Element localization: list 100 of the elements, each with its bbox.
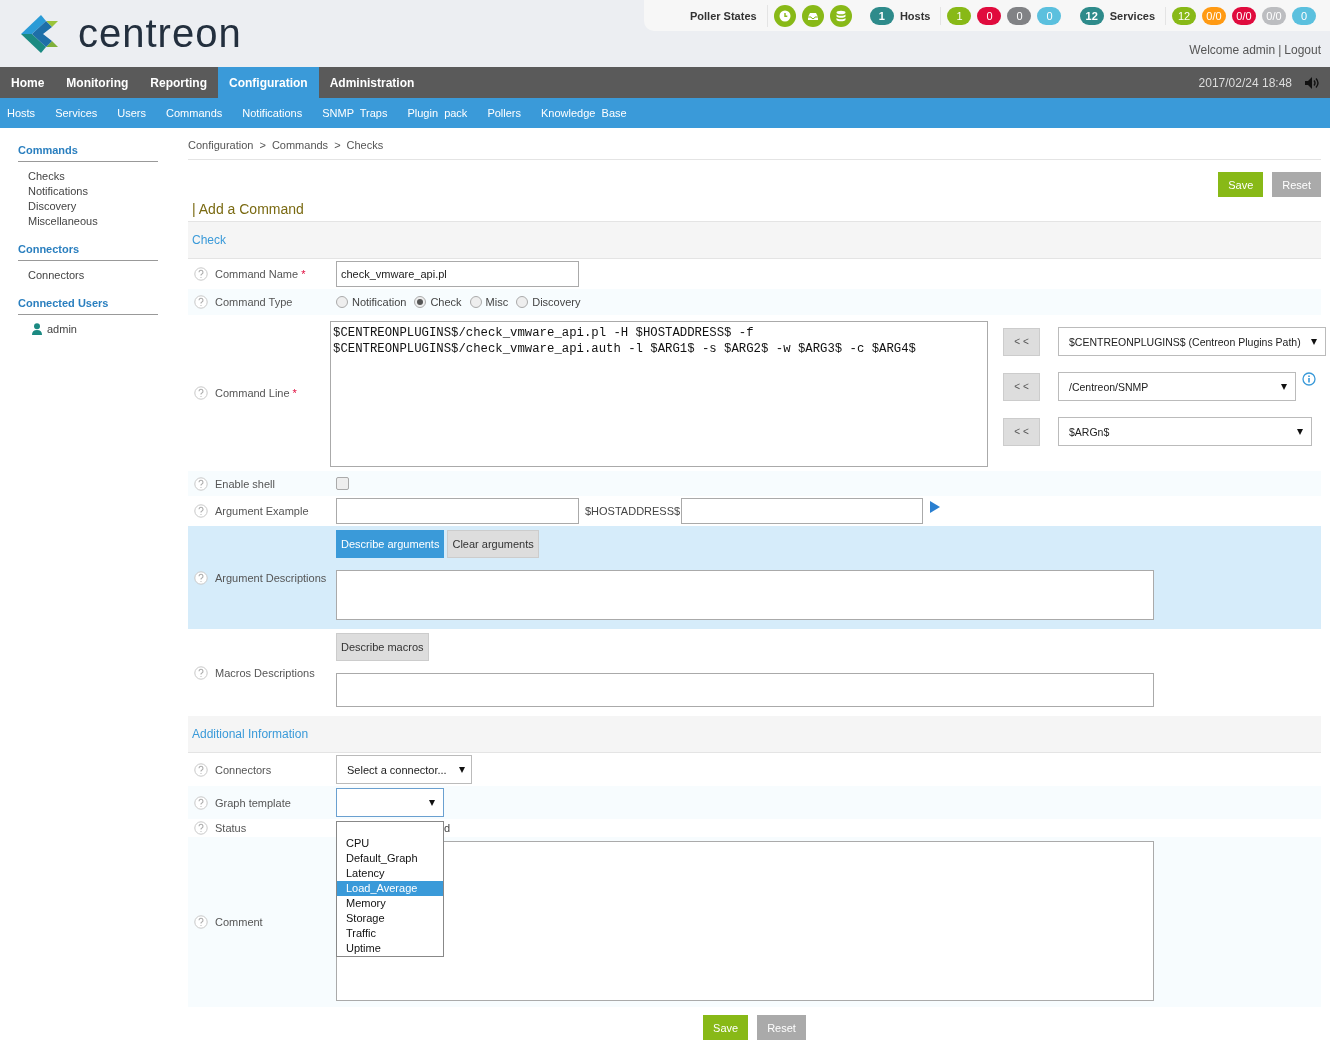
field-label: Argument Descriptions [215,571,327,584]
sidebar-item[interactable]: Connectors [28,269,188,281]
submenu-item[interactable]: Users [117,107,147,119]
help-icon[interactable] [194,915,208,929]
submenu-item[interactable]: Plugin pack [407,107,468,119]
logo-text: centreon [78,11,242,56]
description-field[interactable] [336,673,1154,707]
command-line-field[interactable]: $CENTREONPLUGINS$/check_vmware_api.pl -H $HOSTADDRESS$ -f $CENTREONPLUGINS$/check_vmware_api.auth -l $ARG1$ -s $ARG2$ -w $ARG3$ -c $ARG4$ [330,321,988,467]
field-label: Connectors [215,763,272,776]
sidebar-item[interactable]: Discovery [28,200,188,212]
describe-button[interactable]: Clear arguments [447,530,539,558]
field-label: Graph template [215,796,291,809]
required-mark: * [292,387,297,399]
sidebar-item[interactable]: Miscellaneous [28,215,188,227]
required-mark: * [301,268,306,280]
speaker-icon[interactable] [1304,75,1320,90]
user-icon [32,323,42,335]
submenu-item[interactable]: Services [55,107,98,119]
radio-label: Discovery [532,296,581,308]
insert-button[interactable]: < < [1003,417,1040,446]
welcome-text: Welcome admin [1189,43,1276,57]
help-icon[interactable] [194,476,208,491]
info-icon[interactable] [1302,371,1316,386]
menu-tab[interactable]: Administration [318,67,426,98]
breadcrumb-link[interactable]: Configuration [188,139,254,151]
services-count[interactable]: 12 [1079,6,1104,25]
field-label: Macros Descriptions [215,666,315,679]
command-name-field[interactable]: check_vmware_api.pl [336,261,579,287]
user-name[interactable]: admin [47,323,77,335]
submenu-item[interactable]: Hosts [7,107,36,119]
describe-button[interactable]: Describe arguments [336,530,445,558]
radio-button[interactable] [516,296,529,308]
help-icon[interactable] [194,295,208,309]
dropdown-option[interactable]: Memory [337,896,443,911]
description-field[interactable] [336,570,1154,620]
argument-field[interactable] [681,498,924,524]
dropdown-option[interactable]: Load_Average [337,881,443,896]
sidebar-item[interactable]: Checks [28,170,188,182]
breadcrumb-link[interactable]: Checks [346,139,384,151]
macro-select[interactable]: $ARGn$ [1058,417,1312,446]
field-label: Command Line [215,387,290,399]
menu-tab[interactable]: Reporting [139,67,218,98]
clock-icon[interactable] [773,4,796,27]
sidebar-heading: Connectors [18,243,158,261]
radio-label: Notification [352,296,407,308]
radio-button[interactable] [469,296,482,308]
help-icon[interactable] [194,795,208,810]
section-header: Additional Information [188,716,1321,753]
poller-states-label: Poller States [690,9,757,22]
comment-field[interactable] [336,841,1154,1001]
macro-select[interactable]: $CENTREONPLUGINS$ (Centreon Plugins Path) [1058,327,1326,356]
dropdown-option[interactable]: Storage [337,911,443,926]
radio-button[interactable] [414,296,427,308]
submenu-item[interactable]: SNMP Traps [322,107,388,119]
help-icon[interactable] [194,386,208,400]
help-icon[interactable] [194,821,208,835]
insert-button[interactable]: < < [1003,327,1040,356]
insert-button[interactable]: < < [1003,372,1040,401]
connector-select[interactable]: Select a connector... [336,755,472,784]
describe-button[interactable]: Describe macros [336,633,429,661]
play-icon[interactable] [929,500,942,514]
help-icon[interactable] [194,504,208,518]
dropdown-option[interactable]: CPU [337,836,443,851]
argument-field[interactable] [336,498,579,524]
submenu-item[interactable]: Knowledge Base [541,107,627,119]
status-badge[interactable]: 0 [977,6,1002,25]
submenu-item[interactable]: Pollers [487,107,521,119]
hosts-count[interactable]: 1 [869,6,894,25]
macro-select[interactable]: /Centreon/SNMP [1058,372,1296,401]
radio-button[interactable] [336,296,348,308]
submenu-item[interactable]: Notifications [242,107,303,119]
field-label: Status [215,822,247,834]
breadcrumb-link[interactable]: Commands [271,139,329,151]
caret-icon [1311,338,1317,345]
database-icon[interactable] [829,4,852,27]
dropdown-option[interactable]: Default_Graph [337,851,443,866]
logout-link[interactable]: Logout [1284,43,1321,57]
help-icon[interactable] [194,762,208,777]
checkbox[interactable] [336,477,349,490]
menu-tab[interactable]: Configuration [218,67,319,98]
submenu-item[interactable]: Commands [166,107,223,119]
help-icon[interactable] [194,570,208,585]
caret-icon [1281,383,1287,390]
inbox-icon[interactable] [801,4,824,27]
macro-label: $HOSTADDRESS$ [585,505,681,517]
sidebar-item[interactable]: Notifications [28,185,188,197]
dropdown-option[interactable]: Latency [337,866,443,881]
field-label: Command Type [215,296,293,308]
section-header: Check [188,222,1321,259]
dropdown-option[interactable]: Traffic [337,926,443,941]
dropdown-option[interactable]: Uptime [337,941,443,956]
radio-label: Misc [485,296,509,308]
menu-tab[interactable]: Monitoring [55,67,140,98]
status-badge[interactable]: 0/0 [1232,6,1256,25]
menu-tab[interactable]: Home [0,67,56,98]
status-badge[interactable]: 0 [1007,6,1032,25]
field-label: Command Name [215,268,299,280]
help-icon[interactable] [194,267,208,281]
help-icon[interactable] [194,665,208,680]
graph-template-select[interactable] [336,788,444,817]
